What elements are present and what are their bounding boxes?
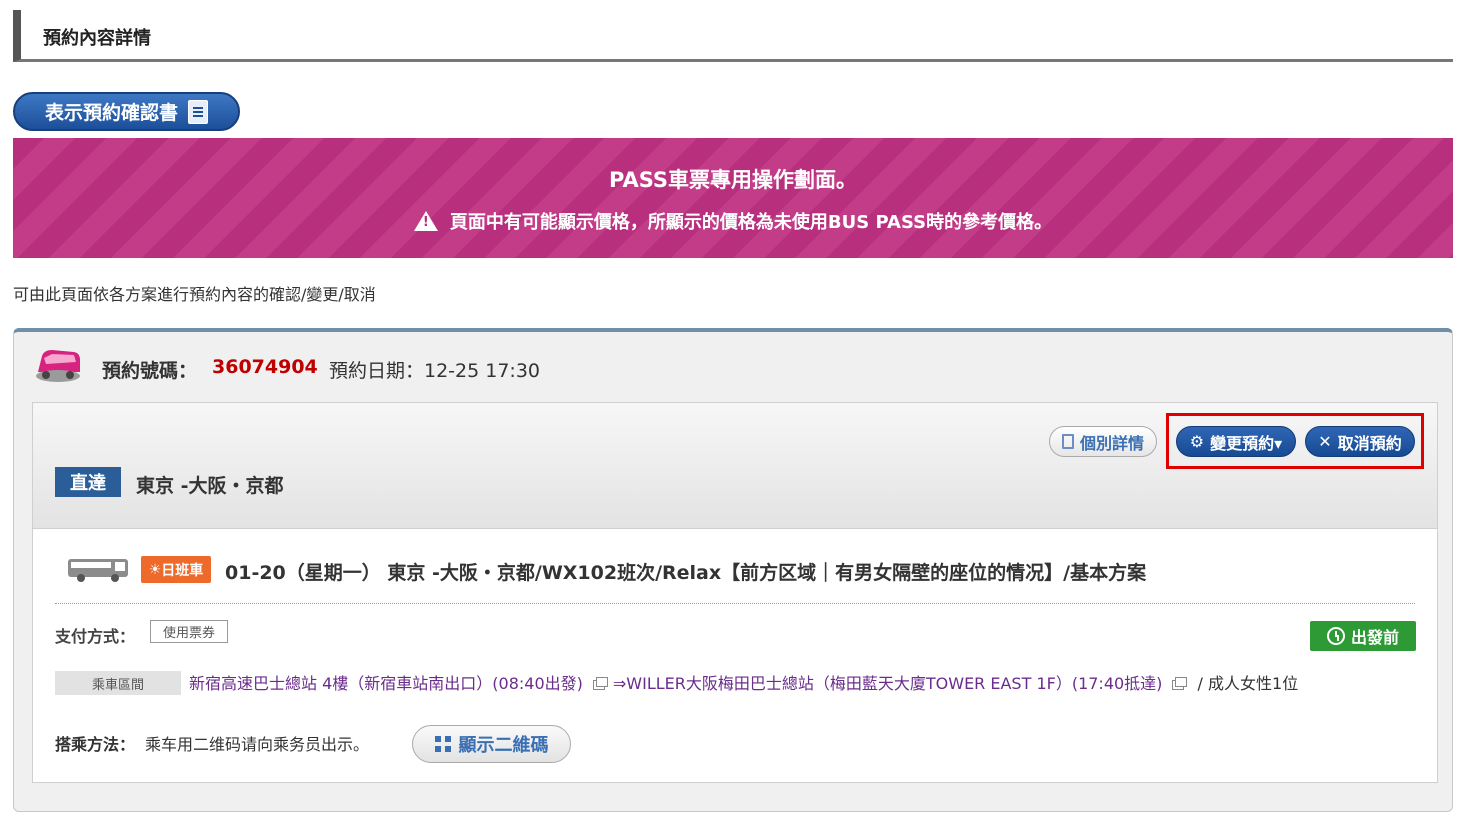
change-reservation-button[interactable]: ⚙ 變更預約▾: [1176, 426, 1296, 457]
divider: [55, 603, 1415, 604]
trip-card-header: 個別詳情 ⚙ 變更預約▾ ✕ 取消預約 直達 東京 -大阪・京都: [33, 403, 1437, 529]
show-qr-button[interactable]: 顯示二維碼: [412, 725, 571, 763]
departure-stop-link[interactable]: 新宿高速巴士總站 4樓（新宿車站南出口）(08:40出發): [189, 674, 583, 693]
clock-icon: [1326, 627, 1345, 645]
day-bus-badge: ☀ 日班車: [141, 556, 211, 583]
route-name: 東京 -大阪・京都: [136, 475, 284, 497]
external-link-icon[interactable]: [1172, 676, 1188, 690]
sun-icon: ☀: [148, 561, 162, 578]
detail-button[interactable]: 個別詳情: [1049, 426, 1157, 457]
warning-icon: [413, 211, 438, 231]
document-icon: [1061, 434, 1074, 449]
reservation-number: 36074904: [212, 356, 318, 378]
payment-label: 支付方式：: [55, 627, 136, 646]
qr-button-label: 顯示二維碼: [458, 735, 549, 756]
willer-bus-icon: [36, 350, 80, 382]
trip-title: 01-20（星期一） 東京 -大阪・京都/WX102班次/Relax【前方区域｜…: [225, 562, 1147, 584]
banner-warning-text: 頁面中有可能顯示價格，所顯示的價格為未使用BUS PASS時的參考價格。: [449, 212, 1053, 233]
status-badge: 出發前: [1310, 621, 1416, 651]
change-button-label: 變更預約▾: [1210, 433, 1283, 453]
section-header: 預約內容詳情: [13, 10, 1453, 62]
payment-method-tag: 使用票券: [150, 620, 228, 643]
page-title: 預約內容詳情: [43, 28, 151, 49]
route-type-badge: 直達: [55, 467, 121, 497]
segment-details: 新宿高速巴士總站 4樓（新宿車站南出口）(08:40出發) ⇒WILLER大阪梅田…: [189, 671, 1419, 697]
bus-icon: [68, 559, 128, 582]
cancel-reservation-button[interactable]: ✕ 取消預約: [1305, 426, 1415, 457]
cancel-button-label: 取消預約: [1337, 433, 1402, 453]
confirm-button-label: 表示預約確認書: [44, 102, 178, 124]
trip-card: 個別詳情 ⚙ 變更預約▾ ✕ 取消預約 直達 東京 -大阪・京都 ☀ 日班車 0…: [32, 402, 1438, 783]
boarding-label: 搭乘方法：: [55, 735, 136, 754]
pass-notice-banner: PASS車票專用操作劃面。 頁面中有可能顯示價格，所顯示的價格為未使用BUS P…: [13, 138, 1453, 258]
arrival-stop-link[interactable]: ⇒WILLER大阪梅田巴士總站（梅田藍天大廈TOWER EAST 1F）(17:…: [613, 674, 1163, 693]
detail-button-label: 個別詳情: [1079, 433, 1144, 453]
day-badge-label: 日班車: [161, 562, 204, 579]
close-icon: ✕: [1318, 432, 1332, 451]
banner-title: PASS車票專用操作劃面。: [608, 168, 858, 192]
banner-warning: 頁面中有可能顯示價格，所顯示的價格為未使用BUS PASS時的參考價格。: [13, 208, 1453, 234]
document-icon: [188, 99, 208, 124]
intro-text: 可由此頁面依各方案進行預約內容的確認/變更/取消: [13, 285, 376, 304]
external-link-icon[interactable]: [592, 676, 608, 690]
gear-icon: ⚙: [1189, 432, 1205, 451]
segment-label: 乘車區間: [55, 671, 181, 695]
passenger-info: / 成人女性1位: [1197, 674, 1299, 693]
status-label: 出發前: [1350, 628, 1399, 647]
boarding-text: 乘车用二维码请向乘务员出示。: [145, 735, 370, 754]
reservation-date: 預約日期：12-25 17:30: [329, 360, 541, 382]
reservation-card: 預約號碼： 36074904 預約日期：12-25 17:30 個別詳情 ⚙ 變…: [13, 328, 1453, 812]
reservation-number-label: 預約號碼：: [102, 360, 198, 382]
qr-code-icon: [434, 736, 451, 752]
show-confirmation-button[interactable]: 表示預約確認書: [13, 92, 240, 131]
